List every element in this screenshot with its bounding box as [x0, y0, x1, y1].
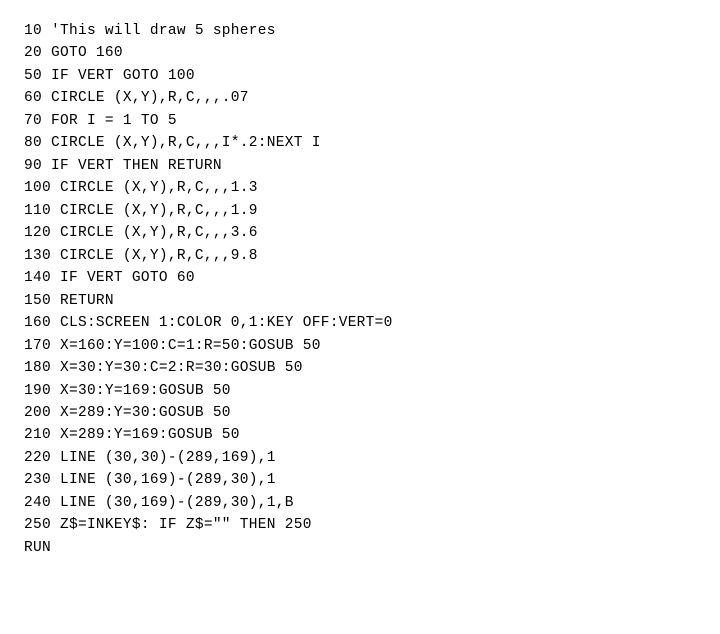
- code-line-17: 200 X=289:Y=30:GOSUB 50: [24, 402, 696, 424]
- code-line-9: 120 CIRCLE (X,Y),R,C,,,3.6: [24, 222, 696, 244]
- code-line-13: 160 CLS:SCREEN 1:COLOR 0,1:KEY OFF:VERT=…: [24, 312, 696, 334]
- code-line-18: 210 X=289:Y=169:GOSUB 50: [24, 424, 696, 446]
- code-line-8: 110 CIRCLE (X,Y),R,C,,,1.9: [24, 200, 696, 222]
- code-line-5: 80 CIRCLE (X,Y),R,C,,,I*.2:NEXT I: [24, 132, 696, 154]
- code-line-23: RUN: [24, 537, 696, 559]
- code-line-7: 100 CIRCLE (X,Y),R,C,,,1.3: [24, 177, 696, 199]
- code-line-20: 230 LINE (30,169)-(289,30),1: [24, 469, 696, 491]
- code-line-21: 240 LINE (30,169)-(289,30),1,B: [24, 492, 696, 514]
- code-line-16: 190 X=30:Y=169:GOSUB 50: [24, 380, 696, 402]
- code-line-10: 130 CIRCLE (X,Y),R,C,,,9.8: [24, 245, 696, 267]
- code-line-0: 10 'This will draw 5 spheres: [24, 20, 696, 42]
- code-line-11: 140 IF VERT GOTO 60: [24, 267, 696, 289]
- code-line-19: 220 LINE (30,30)-(289,169),1: [24, 447, 696, 469]
- code-line-6: 90 IF VERT THEN RETURN: [24, 155, 696, 177]
- code-line-1: 20 GOTO 160: [24, 42, 696, 64]
- code-line-4: 70 FOR I = 1 TO 5: [24, 110, 696, 132]
- code-line-12: 150 RETURN: [24, 290, 696, 312]
- code-line-22: 250 Z$=INKEY$: IF Z$="" THEN 250: [24, 514, 696, 536]
- code-line-14: 170 X=160:Y=100:C=1:R=50:GOSUB 50: [24, 335, 696, 357]
- code-line-15: 180 X=30:Y=30:C=2:R=30:GOSUB 50: [24, 357, 696, 379]
- code-display: 10 'This will draw 5 spheres20 GOTO 1605…: [0, 0, 720, 634]
- code-line-3: 60 CIRCLE (X,Y),R,C,,,.07: [24, 87, 696, 109]
- code-line-2: 50 IF VERT GOTO 100: [24, 65, 696, 87]
